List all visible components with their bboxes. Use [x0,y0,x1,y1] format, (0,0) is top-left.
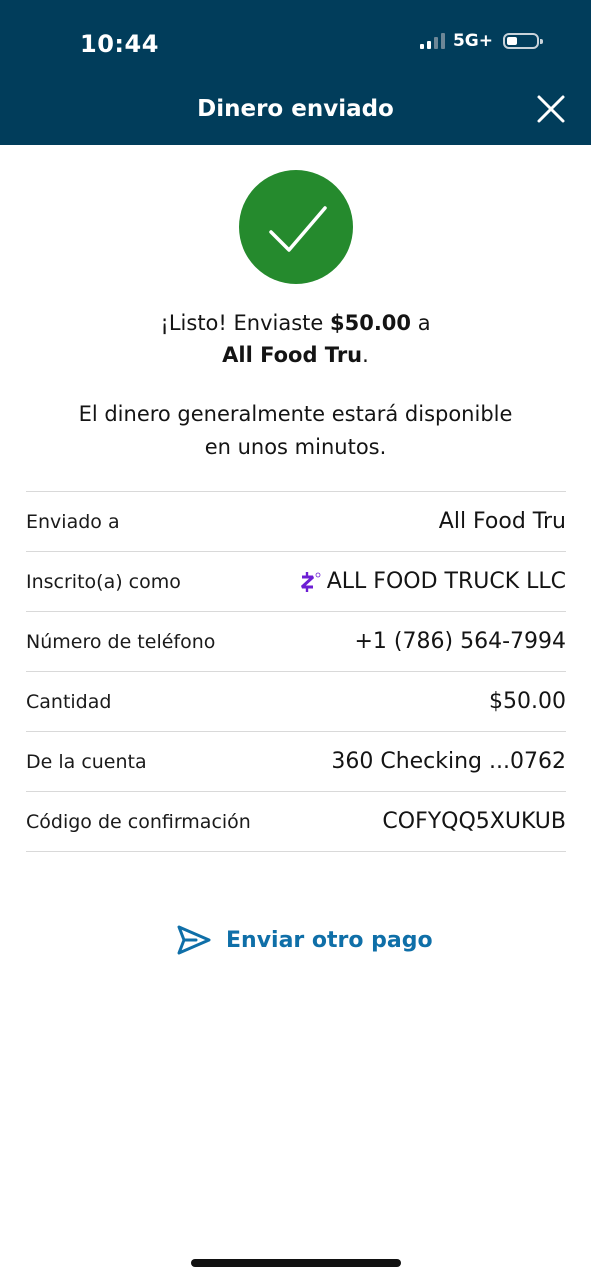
paper-plane-icon [177,925,211,955]
message-prefix: ¡Listo! Enviaste [160,311,330,335]
transfer-details: Enviado a All Food Tru Inscrito(a) como … [26,491,566,852]
detail-value: 360 Checking ...0762 [331,749,566,774]
sent-amount: $50.00 [329,311,412,335]
recipient-name: All Food Tru [222,343,363,367]
success-message-line2: All Food Tru. [0,343,591,367]
home-indicator[interactable] [191,1259,401,1267]
checkmark-icon [269,206,327,252]
success-badge [239,170,353,284]
detail-row-amount: Cantidad $50.00 [26,672,566,732]
availability-line1: El dinero generalmente estará disponible [78,402,513,426]
message-suffix: a [411,311,431,335]
availability-line2: en unos minutos. [204,435,387,459]
battery-icon [503,33,543,49]
detail-label: Código de confirmación [26,810,251,833]
close-icon [537,95,565,123]
close-button[interactable] [535,93,567,125]
detail-label: Cantidad [26,690,112,713]
detail-row-from-account: De la cuenta 360 Checking ...0762 [26,732,566,792]
detail-row-sent-to: Enviado a All Food Tru [26,492,566,552]
detail-row-phone: Número de teléfono +1 (786) 564-7994 [26,612,566,672]
zelle-logo-icon [300,571,321,592]
detail-label: Inscrito(a) como [26,570,181,593]
status-time: 10:44 [80,30,159,58]
send-another-label: Enviar otro pago [226,927,433,953]
detail-label: De la cuenta [26,750,147,773]
detail-label: Número de teléfono [26,630,216,653]
page-title: Dinero enviado [197,96,394,122]
app-header: 10:44 5G+ Dinero enviado [0,0,591,145]
detail-value: All Food Tru [438,509,566,534]
network-type: 5G+ [452,31,493,51]
enrolled-name: ALL FOOD TRUCK LLC [326,569,566,594]
detail-value: $50.00 [489,689,566,714]
message-period: . [362,343,369,367]
detail-row-enrolled-as: Inscrito(a) como ALL FOOD TRUCK LLC [26,552,566,612]
detail-value: +1 (786) 564-7994 [354,629,567,654]
detail-row-confirmation-code: Código de confirmación COFYQQ5XUKUB [26,792,566,852]
success-message-line1: ¡Listo! Enviaste $50.00 a [0,311,591,335]
send-another-payment-button[interactable]: Enviar otro pago [176,920,433,960]
status-indicators: 5G+ [419,31,543,51]
detail-label: Enviado a [26,510,120,533]
detail-value: COFYQQ5XUKUB [382,809,566,834]
detail-value-enrolled: ALL FOOD TRUCK LLC [300,569,566,594]
cell-signal-icon [419,33,445,49]
